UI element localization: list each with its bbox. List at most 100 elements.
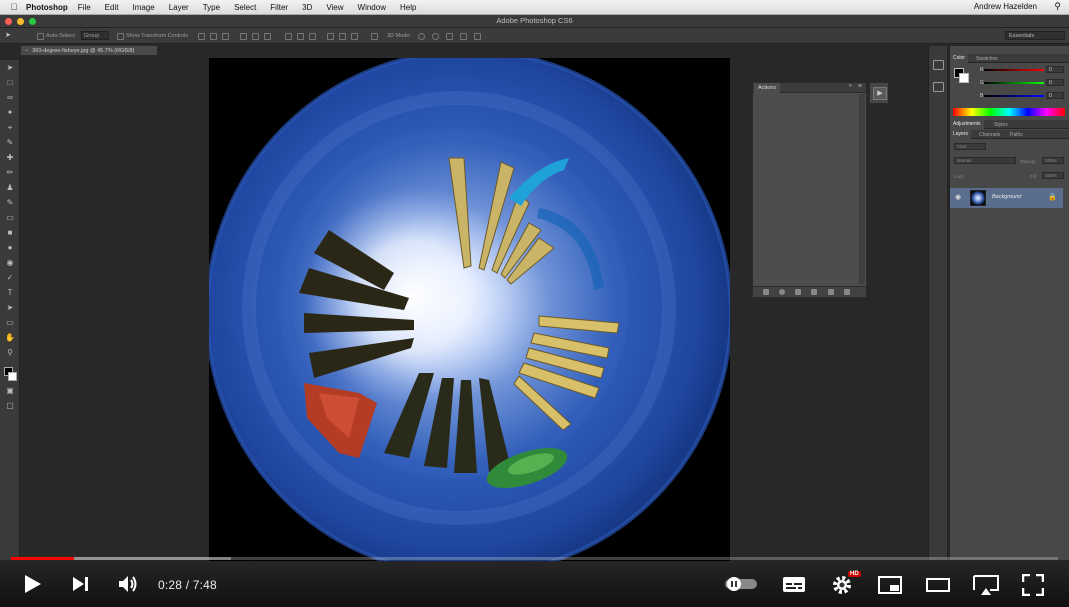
pen-tool-icon[interactable]: ✓ <box>5 274 15 282</box>
align-top-icon[interactable] <box>198 33 205 40</box>
history-panel-icon[interactable] <box>933 60 944 70</box>
menu-edit[interactable]: Edit <box>105 3 119 12</box>
subtitles-icon[interactable] <box>782 576 806 593</box>
tab-styles[interactable]: Styles <box>994 122 1008 128</box>
green-slider[interactable]: G 0 <box>980 79 1066 87</box>
theater-mode-icon[interactable] <box>926 577 950 593</box>
menu-select[interactable]: Select <box>234 3 256 12</box>
shape-tool-icon[interactable]: ▭ <box>5 319 15 327</box>
blue-track[interactable] <box>984 95 1044 97</box>
stop-recording-icon[interactable] <box>763 289 769 295</box>
menu-type[interactable]: Type <box>203 3 220 12</box>
blend-mode-dropdown[interactable]: Normal <box>954 157 1016 164</box>
3d-rotate-icon[interactable] <box>418 33 425 40</box>
actions-scrollbar[interactable] <box>859 94 865 284</box>
close-document-icon[interactable]: × <box>25 48 28 54</box>
fill-field[interactable]: 100% <box>1042 172 1064 179</box>
dodge-tool-icon[interactable]: ◉ <box>5 259 15 267</box>
volume-icon[interactable] <box>118 575 138 593</box>
play-icon[interactable] <box>24 574 42 594</box>
align-left-icon[interactable] <box>240 33 247 40</box>
brush-tool-icon[interactable]: ✏ <box>5 169 15 177</box>
menu-file[interactable]: File <box>78 3 91 12</box>
menu-3d[interactable]: 3D <box>302 3 312 12</box>
tab-color[interactable]: Color <box>950 54 968 63</box>
type-tool-icon[interactable]: T <box>5 289 15 297</box>
miniplayer-icon[interactable] <box>878 576 902 594</box>
healing-brush-tool-icon[interactable]: ✚ <box>5 154 15 162</box>
lasso-tool-icon[interactable]: ∞ <box>5 94 15 102</box>
tab-paths[interactable]: Paths <box>1010 132 1023 138</box>
red-track[interactable] <box>984 69 1044 71</box>
auto-select-checkbox[interactable] <box>37 33 44 40</box>
delete-action-icon[interactable] <box>844 289 850 295</box>
red-value[interactable]: 0 <box>1046 66 1064 73</box>
clone-stamp-tool-icon[interactable]: ♟ <box>5 184 15 192</box>
distribute-hcenter-icon[interactable] <box>339 33 346 40</box>
apple-icon[interactable]:  <box>6 2 22 12</box>
path-selection-tool-icon[interactable]: ➤ <box>5 304 15 312</box>
eyedropper-tool-icon[interactable]: ✎ <box>5 139 15 147</box>
align-bottom-icon[interactable] <box>222 33 229 40</box>
color-background-swatch[interactable] <box>959 73 969 83</box>
layer-visibility-eye-icon[interactable]: ◉ <box>955 193 961 201</box>
align-right-icon[interactable] <box>264 33 271 40</box>
opacity-field[interactable]: 100% <box>1042 157 1064 164</box>
document-tab[interactable]: × 360-degree-fisheye.jpg @ 45.7% (RGB/8) <box>20 45 158 56</box>
user-name[interactable]: Andrew Hazelden <box>974 2 1037 11</box>
cast-icon[interactable] <box>972 574 1000 596</box>
play-selection-icon[interactable] <box>795 289 801 295</box>
blue-value[interactable]: 0 <box>1046 92 1064 99</box>
green-track[interactable] <box>984 82 1044 84</box>
gradient-tool-icon[interactable]: ■ <box>5 229 15 237</box>
eraser-tool-icon[interactable]: ▭ <box>5 214 15 222</box>
layer-row-background[interactable]: ◉ Background 🔒 <box>950 188 1063 208</box>
color-spectrum-ramp[interactable] <box>953 108 1065 116</box>
red-slider[interactable]: R 0 <box>980 66 1066 74</box>
menu-window[interactable]: Window <box>358 3 386 12</box>
move-tool-icon[interactable]: ➤ <box>5 64 15 72</box>
fullscreen-icon[interactable] <box>1022 574 1044 596</box>
move-tool-preset-icon[interactable]: ➤ <box>5 31 11 39</box>
panel-menu-icon[interactable]: ≡ <box>858 83 862 90</box>
quick-mask-icon[interactable]: ▣ <box>5 387 15 395</box>
align-vcenter-icon[interactable] <box>210 33 217 40</box>
new-set-icon[interactable] <box>811 289 817 295</box>
crop-tool-icon[interactable]: ⌖ <box>5 124 15 132</box>
3d-slide-icon[interactable] <box>460 33 467 40</box>
autoplay-toggle[interactable] <box>725 577 757 591</box>
tab-adjustments[interactable]: Adjustments <box>950 120 984 129</box>
auto-select-dropdown[interactable]: Group <box>81 31 109 40</box>
settings-gear-icon[interactable] <box>832 575 852 595</box>
3d-roll-icon[interactable] <box>432 33 439 40</box>
background-color-swatch[interactable] <box>8 372 17 381</box>
3d-pan-icon[interactable] <box>446 33 453 40</box>
workspace-switcher[interactable]: Essentials <box>1005 31 1065 40</box>
tab-channels[interactable]: Channels <box>979 132 1000 138</box>
distribute-bottom-icon[interactable] <box>309 33 316 40</box>
play-action-icon[interactable]: ▶ <box>873 87 887 100</box>
history-brush-tool-icon[interactable]: ✎ <box>5 199 15 207</box>
app-menu[interactable]: Photoshop <box>26 3 68 12</box>
fisheye-image[interactable] <box>209 58 730 561</box>
collapse-panel-icon[interactable]: » <box>849 83 852 89</box>
3d-scale-icon[interactable] <box>474 33 481 40</box>
menu-layer[interactable]: Layer <box>169 3 189 12</box>
auto-align-icon[interactable] <box>371 33 378 40</box>
distribute-left-icon[interactable] <box>327 33 334 40</box>
align-hcenter-icon[interactable] <box>252 33 259 40</box>
blue-slider[interactable]: B 0 <box>980 92 1066 100</box>
transform-controls-checkbox[interactable] <box>117 33 124 40</box>
menu-filter[interactable]: Filter <box>270 3 288 12</box>
properties-panel-icon[interactable] <box>933 82 944 92</box>
layer-name[interactable]: Background <box>992 194 1021 200</box>
marquee-tool-icon[interactable]: □ <box>5 79 15 87</box>
spotlight-search-icon[interactable]: ⚲ <box>1054 1 1061 12</box>
zoom-tool-icon[interactable]: ⚲ <box>5 349 15 357</box>
tab-layers[interactable]: Layers <box>950 130 972 139</box>
hand-tool-icon[interactable]: ✋ <box>5 334 15 342</box>
layer-kind-filter[interactable]: Kind <box>954 143 986 150</box>
distribute-right-icon[interactable] <box>351 33 358 40</box>
next-video-icon[interactable] <box>72 576 90 592</box>
blur-tool-icon[interactable]: ● <box>5 244 15 252</box>
